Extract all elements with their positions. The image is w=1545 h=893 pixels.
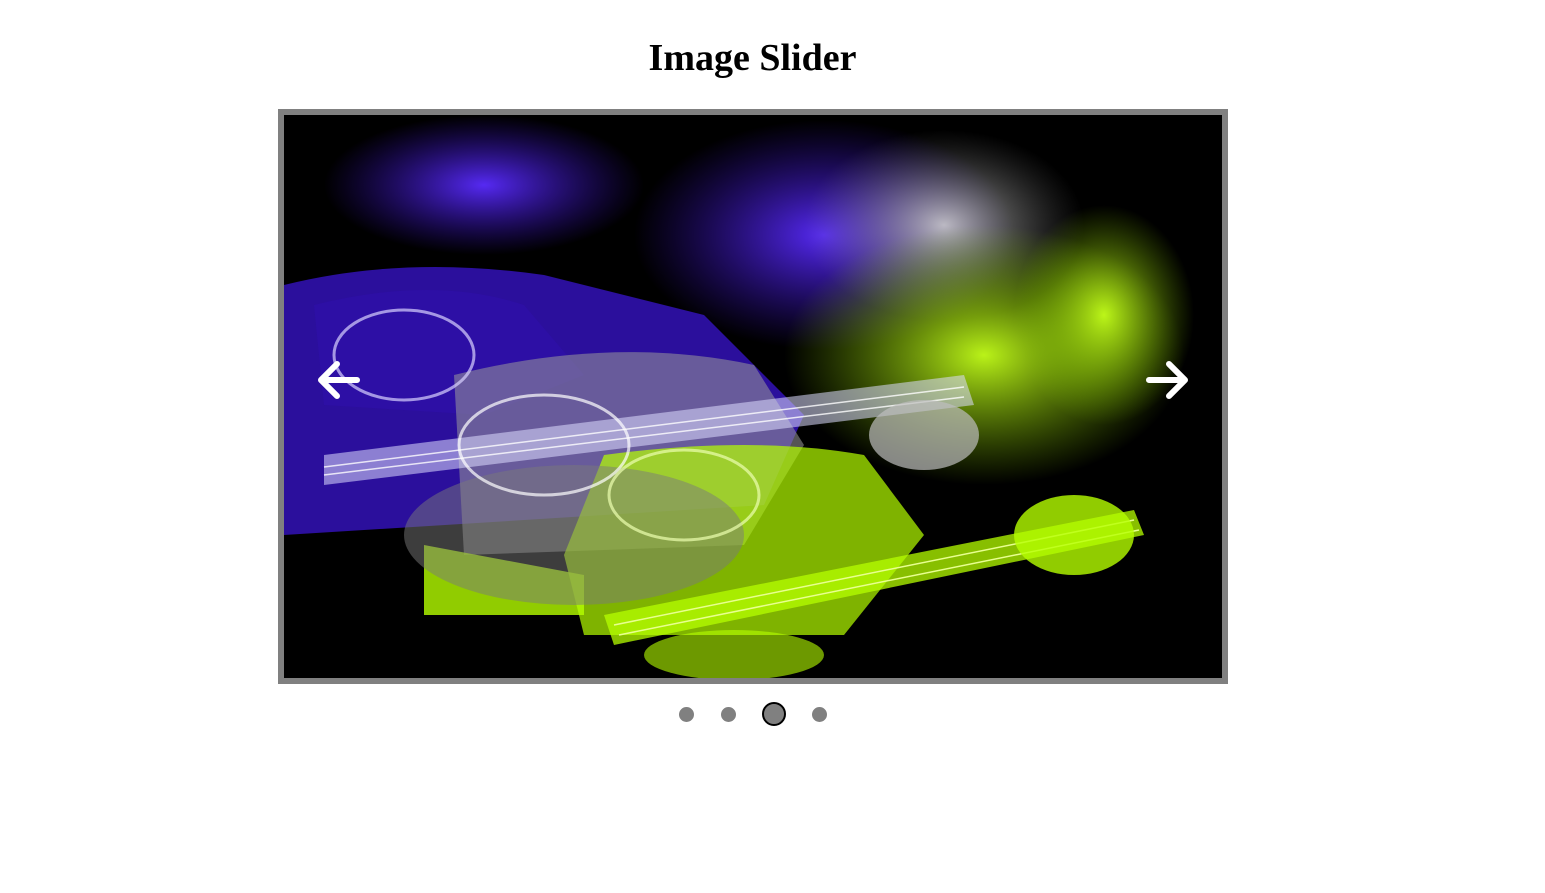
slide-image (284, 115, 1222, 678)
next-slide-button[interactable] (1138, 350, 1198, 410)
slide-dot-1[interactable] (679, 707, 694, 722)
image-slider (278, 109, 1228, 684)
slide-indicators (670, 701, 840, 727)
slide-dot-4[interactable] (812, 707, 827, 722)
page-title: Image Slider (648, 37, 857, 79)
slide-dot-2[interactable] (721, 707, 736, 722)
arrow-left-icon (318, 361, 360, 399)
slide-dot-3[interactable] (762, 702, 786, 726)
arrow-right-icon (1146, 361, 1188, 399)
previous-slide-button[interactable] (308, 350, 368, 410)
